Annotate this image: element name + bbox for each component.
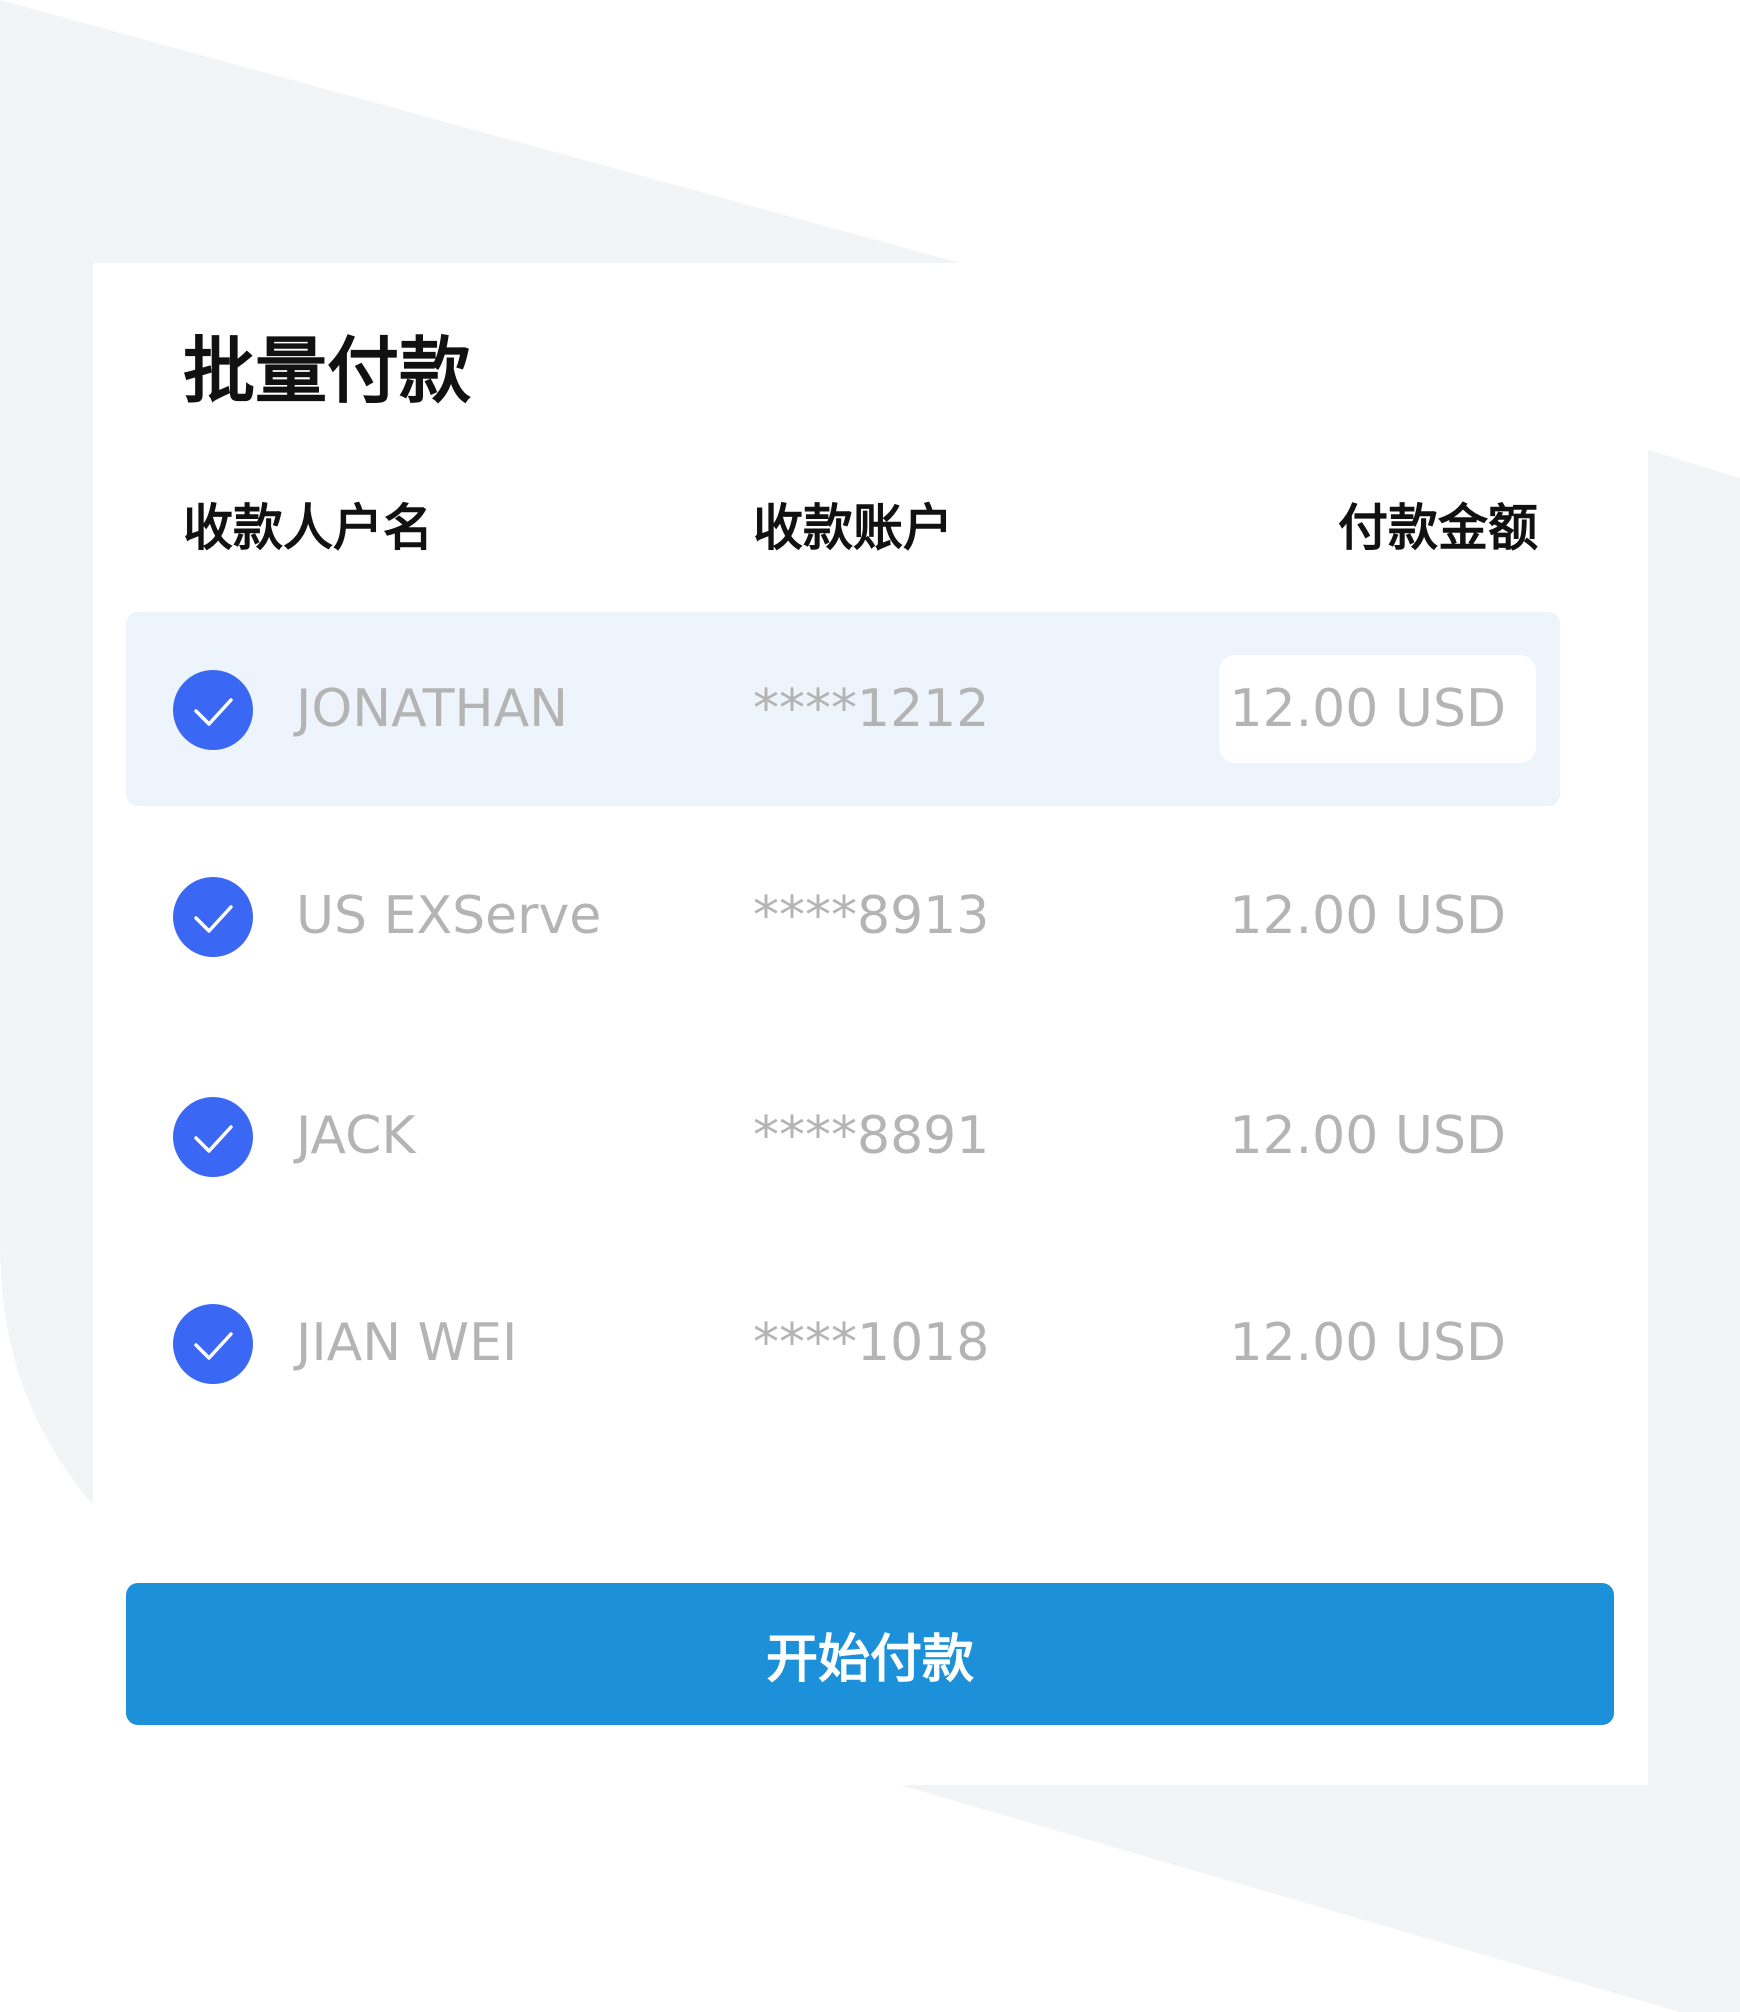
payee-name: JACK [296, 1106, 416, 1166]
column-header-payee-name: 收款人户名 [183, 499, 433, 557]
amount-field[interactable]: 12.00 USD [1219, 862, 1536, 970]
payment-row[interactable]: JACK ****8891 12.00 USD [126, 1039, 1560, 1233]
amount-field[interactable]: 12.00 USD [1219, 655, 1536, 763]
page-title: 批量付款 [183, 329, 472, 413]
payment-row[interactable]: JIAN WEI ****1018 12.00 USD [126, 1246, 1560, 1440]
amount-field[interactable]: 12.00 USD [1219, 1082, 1536, 1190]
column-header-account: 收款账户 [753, 499, 953, 557]
batch-payment-card: 批量付款 收款人户名 收款账户 付款金额 JONATHAN ****1212 1… [93, 263, 1648, 1785]
account-number: ****1018 [753, 1313, 990, 1373]
account-number: ****1212 [753, 679, 990, 739]
amount-value: 12.00 USD [1229, 679, 1506, 739]
amount-value: 12.00 USD [1229, 886, 1506, 946]
account-number: ****8913 [753, 886, 990, 946]
payment-row[interactable]: JONATHAN ****1212 12.00 USD [126, 612, 1560, 806]
check-circle-icon[interactable] [173, 877, 253, 957]
payee-name: JIAN WEI [296, 1313, 518, 1373]
column-header-amount: 付款金额 [1338, 499, 1538, 557]
payee-name: US EXServe [296, 886, 602, 946]
amount-field[interactable]: 12.00 USD [1219, 1289, 1536, 1397]
start-payment-button[interactable]: 开始付款 [126, 1583, 1614, 1725]
payment-row[interactable]: US EXServe ****8913 12.00 USD [126, 819, 1560, 1013]
check-circle-icon[interactable] [173, 1097, 253, 1177]
account-number: ****8891 [753, 1106, 990, 1166]
amount-value: 12.00 USD [1229, 1313, 1506, 1373]
amount-value: 12.00 USD [1229, 1106, 1506, 1166]
check-circle-icon[interactable] [173, 670, 253, 750]
check-circle-icon[interactable] [173, 1304, 253, 1384]
page-canvas: 批量付款 收款人户名 收款账户 付款金额 JONATHAN ****1212 1… [0, 0, 1740, 2012]
payee-name: JONATHAN [296, 679, 569, 739]
